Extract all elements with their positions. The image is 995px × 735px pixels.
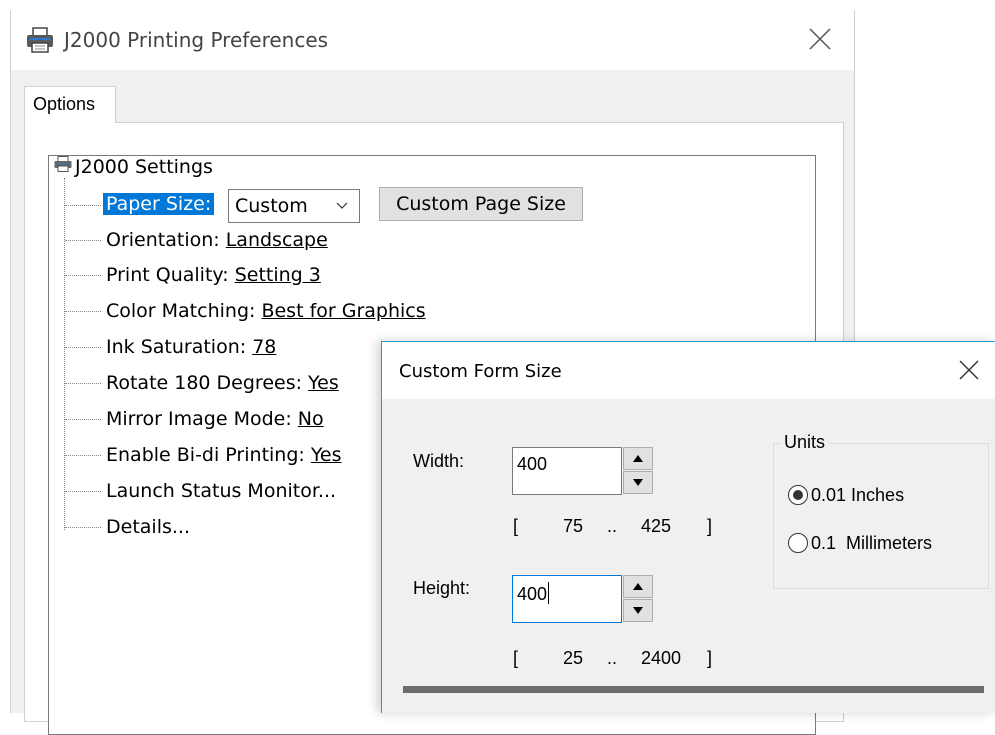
radio-inches[interactable] (788, 485, 808, 505)
printer-icon (54, 156, 72, 172)
width-increment-button[interactable] (623, 447, 653, 470)
tree-item-print-quality[interactable]: Print Quality: Setting 3 (106, 263, 321, 287)
text-caret (548, 582, 550, 604)
units-legend: Units (780, 432, 830, 453)
width-range-sep: .. (607, 516, 618, 536)
width-label: Width: (413, 451, 465, 471)
radio-millimeters-label[interactable]: 0.1 Millimeters (811, 533, 932, 554)
tab-options[interactable]: Options (24, 86, 116, 123)
arrow-up-icon (633, 455, 643, 462)
tree-connector (65, 347, 101, 348)
tree-connector (65, 455, 101, 456)
orientation-label: Orientation: (106, 229, 226, 251)
height-decrement-button[interactable] (623, 599, 653, 622)
arrow-up-icon (633, 583, 643, 590)
tree-connector (65, 527, 101, 528)
tree-connector (65, 383, 101, 384)
height-range-open: [ (513, 648, 519, 668)
tree-item-mirror-image[interactable]: Mirror Image Mode: No (106, 407, 324, 431)
tree-connector (65, 311, 101, 312)
height-increment-button[interactable] (623, 575, 653, 598)
width-range-max: 425 (641, 516, 672, 536)
window-title: J2000 Printing Preferences (64, 28, 329, 52)
rotate-180-value[interactable]: Yes (308, 372, 339, 394)
width-input[interactable]: 400 (512, 447, 622, 495)
chevron-down-icon (336, 202, 348, 209)
dialog-title-bar: Custom Form Size (382, 342, 995, 399)
paper-size-select[interactable]: Custom (228, 189, 360, 223)
units-group (773, 443, 989, 589)
width-range-close: ] (707, 516, 713, 536)
tree-item-bidi-printing[interactable]: Enable Bi-di Printing: Yes (106, 443, 342, 467)
height-input[interactable]: 400 (512, 575, 622, 623)
width-value: 400 (517, 454, 548, 474)
tree-item-paper-size[interactable]: Paper Size: (103, 192, 215, 216)
tab-options-label: Options (33, 94, 96, 114)
height-spinner (623, 575, 653, 623)
dialog-separator (403, 686, 984, 693)
launch-status-monitor-label: Launch Status Monitor... (106, 480, 337, 502)
height-range-min: 25 (563, 648, 584, 668)
color-matching-label: Color Matching: (106, 300, 262, 322)
dialog-title: Custom Form Size (399, 361, 562, 382)
tree-connector (65, 275, 101, 276)
radio-selected-dot (793, 490, 803, 500)
ink-saturation-label: Ink Saturation: (106, 336, 253, 358)
print-quality-value[interactable]: Setting 3 (235, 264, 321, 286)
bidi-printing-value[interactable]: Yes (311, 444, 342, 466)
tree-item-ink-saturation[interactable]: Ink Saturation: 78 (106, 335, 276, 359)
height-label: Height: (413, 578, 471, 598)
tree-connector (65, 205, 101, 206)
print-quality-label: Print Quality: (106, 264, 235, 286)
tree-connector (65, 491, 101, 492)
main-title-bar: J2000 Printing Preferences (11, 10, 854, 70)
custom-page-size-button[interactable]: Custom Page Size (379, 187, 583, 221)
arrow-down-icon (633, 479, 643, 486)
color-matching-value[interactable]: Best for Graphics (261, 300, 425, 322)
orientation-value[interactable]: Landscape (226, 229, 328, 251)
tree-root-label[interactable]: J2000 Settings (75, 155, 213, 179)
tree-item-launch-status-monitor[interactable]: Launch Status Monitor... (106, 479, 336, 503)
height-value: 400 (517, 582, 550, 604)
tree-connector (64, 178, 65, 530)
paper-size-label: Paper Size: (103, 193, 215, 215)
rotate-180-label: Rotate 180 Degrees: (106, 372, 309, 394)
width-spinner (623, 447, 653, 495)
tree-connector (65, 240, 101, 241)
tree-item-rotate-180[interactable]: Rotate 180 Degrees: Yes (106, 371, 339, 395)
tree-item-color-matching[interactable]: Color Matching: Best for Graphics (106, 299, 426, 323)
tree-item-details[interactable]: Details... (106, 515, 190, 539)
height-range-max: 2400 (641, 648, 682, 668)
paper-size-value: Custom (235, 195, 308, 217)
arrow-down-icon (633, 607, 643, 614)
width-range-min: 75 (563, 516, 584, 536)
close-icon[interactable] (958, 359, 980, 381)
mirror-image-label: Mirror Image Mode: (106, 408, 298, 430)
height-range-close: ] (707, 648, 713, 668)
bidi-printing-label: Enable Bi-di Printing: (106, 444, 311, 466)
radio-millimeters[interactable] (788, 533, 808, 553)
tree-connector (65, 419, 101, 420)
tree-item-orientation[interactable]: Orientation: Landscape (106, 228, 328, 252)
ink-saturation-value[interactable]: 78 (252, 336, 276, 358)
width-decrement-button[interactable] (623, 471, 653, 494)
width-range-open: [ (513, 516, 519, 536)
details-label: Details... (106, 516, 190, 538)
radio-inches-label[interactable]: 0.01 Inches (811, 485, 904, 506)
mirror-image-value[interactable]: No (298, 408, 324, 430)
height-range-sep: .. (607, 648, 618, 668)
close-icon[interactable] (807, 26, 833, 52)
printer-icon (27, 27, 53, 53)
